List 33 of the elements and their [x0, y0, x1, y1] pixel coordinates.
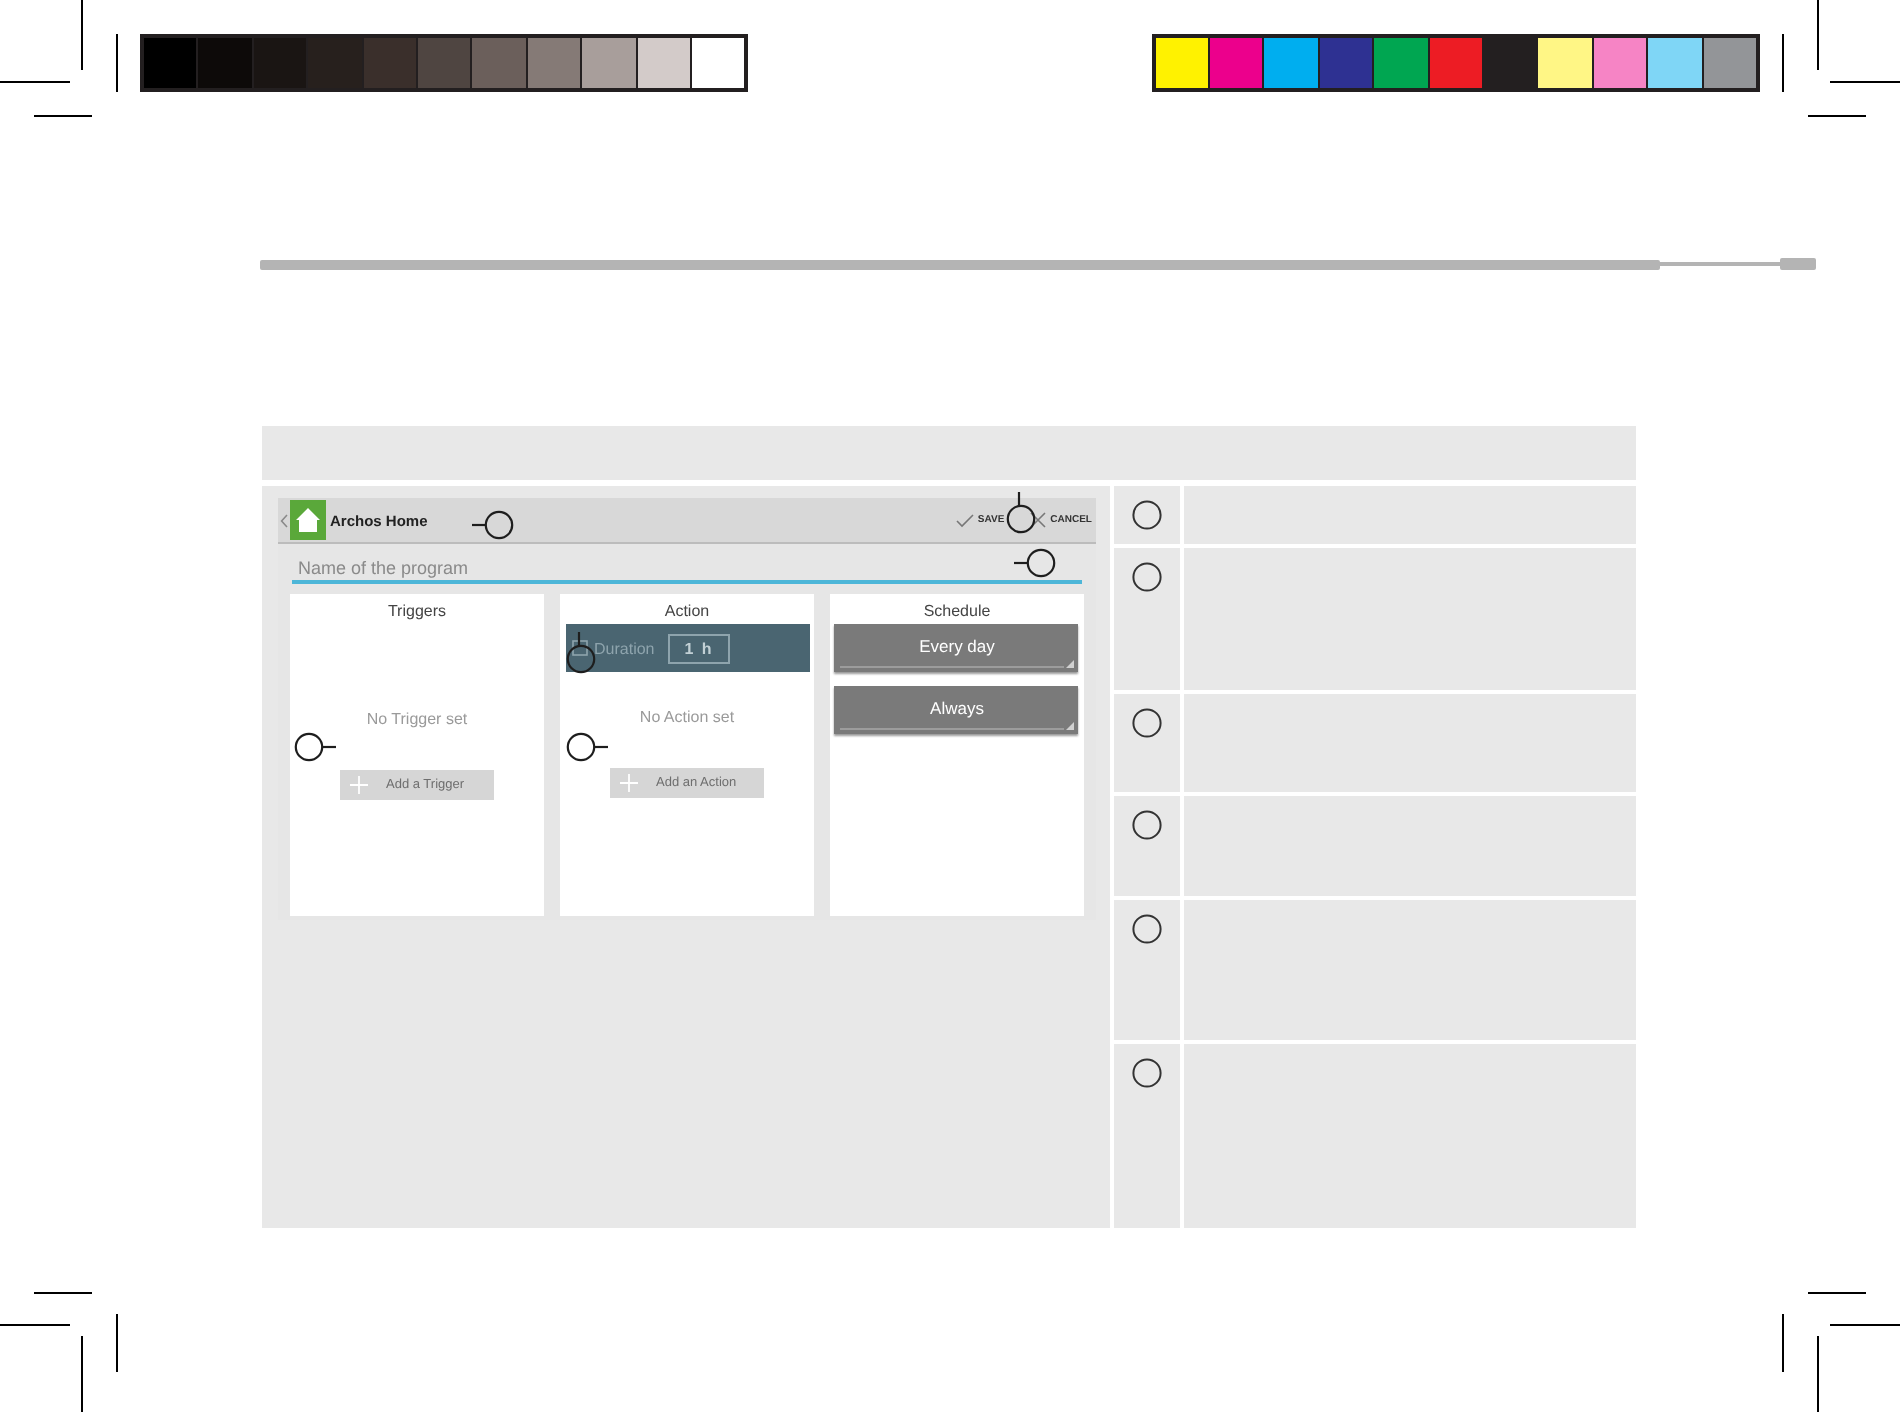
dropdown-corner-icon	[1066, 722, 1074, 730]
callout-marker-icon	[565, 631, 595, 673]
callout-circle-icon	[1132, 708, 1162, 738]
panel-title: Action	[664, 602, 710, 622]
dropdown-corner-icon	[1066, 660, 1074, 668]
duration-field[interactable]: 1 h	[668, 633, 730, 663]
callout-marker-icon	[293, 731, 335, 761]
close-icon	[1030, 512, 1047, 528]
duration-label: Duration	[594, 639, 655, 657]
callout-circle-icon	[1132, 914, 1162, 944]
dropdown[interactable]: Every day	[834, 624, 1078, 672]
crop-mark	[1780, 0, 1900, 120]
crop-mark	[0, 0, 120, 120]
name-input[interactable]: Name of the program	[292, 554, 1082, 584]
check-icon	[955, 513, 974, 527]
empty-state-text: No Action set	[639, 708, 735, 728]
dropdown[interactable]: Always	[834, 686, 1078, 734]
callout-circle-icon	[1132, 1058, 1162, 1088]
callout-marker-icon	[1013, 548, 1055, 578]
callout-circle-icon	[1132, 810, 1162, 840]
panel-title: Schedule	[923, 602, 991, 622]
empty-state-text: No Trigger set	[366, 710, 468, 730]
home-icon[interactable]	[290, 500, 326, 540]
plus-icon	[350, 776, 368, 794]
callout-circle-icon	[1132, 562, 1162, 592]
back-chevron-icon[interactable]	[280, 513, 288, 527]
callout-marker-icon	[565, 731, 607, 761]
callout-circle-icon	[1132, 500, 1162, 530]
panel-title: Triggers	[387, 602, 447, 622]
checkbox[interactable]	[572, 640, 588, 656]
callout-marker-icon	[1006, 492, 1036, 534]
plus-icon	[620, 774, 638, 792]
callout-marker-icon	[471, 509, 513, 539]
